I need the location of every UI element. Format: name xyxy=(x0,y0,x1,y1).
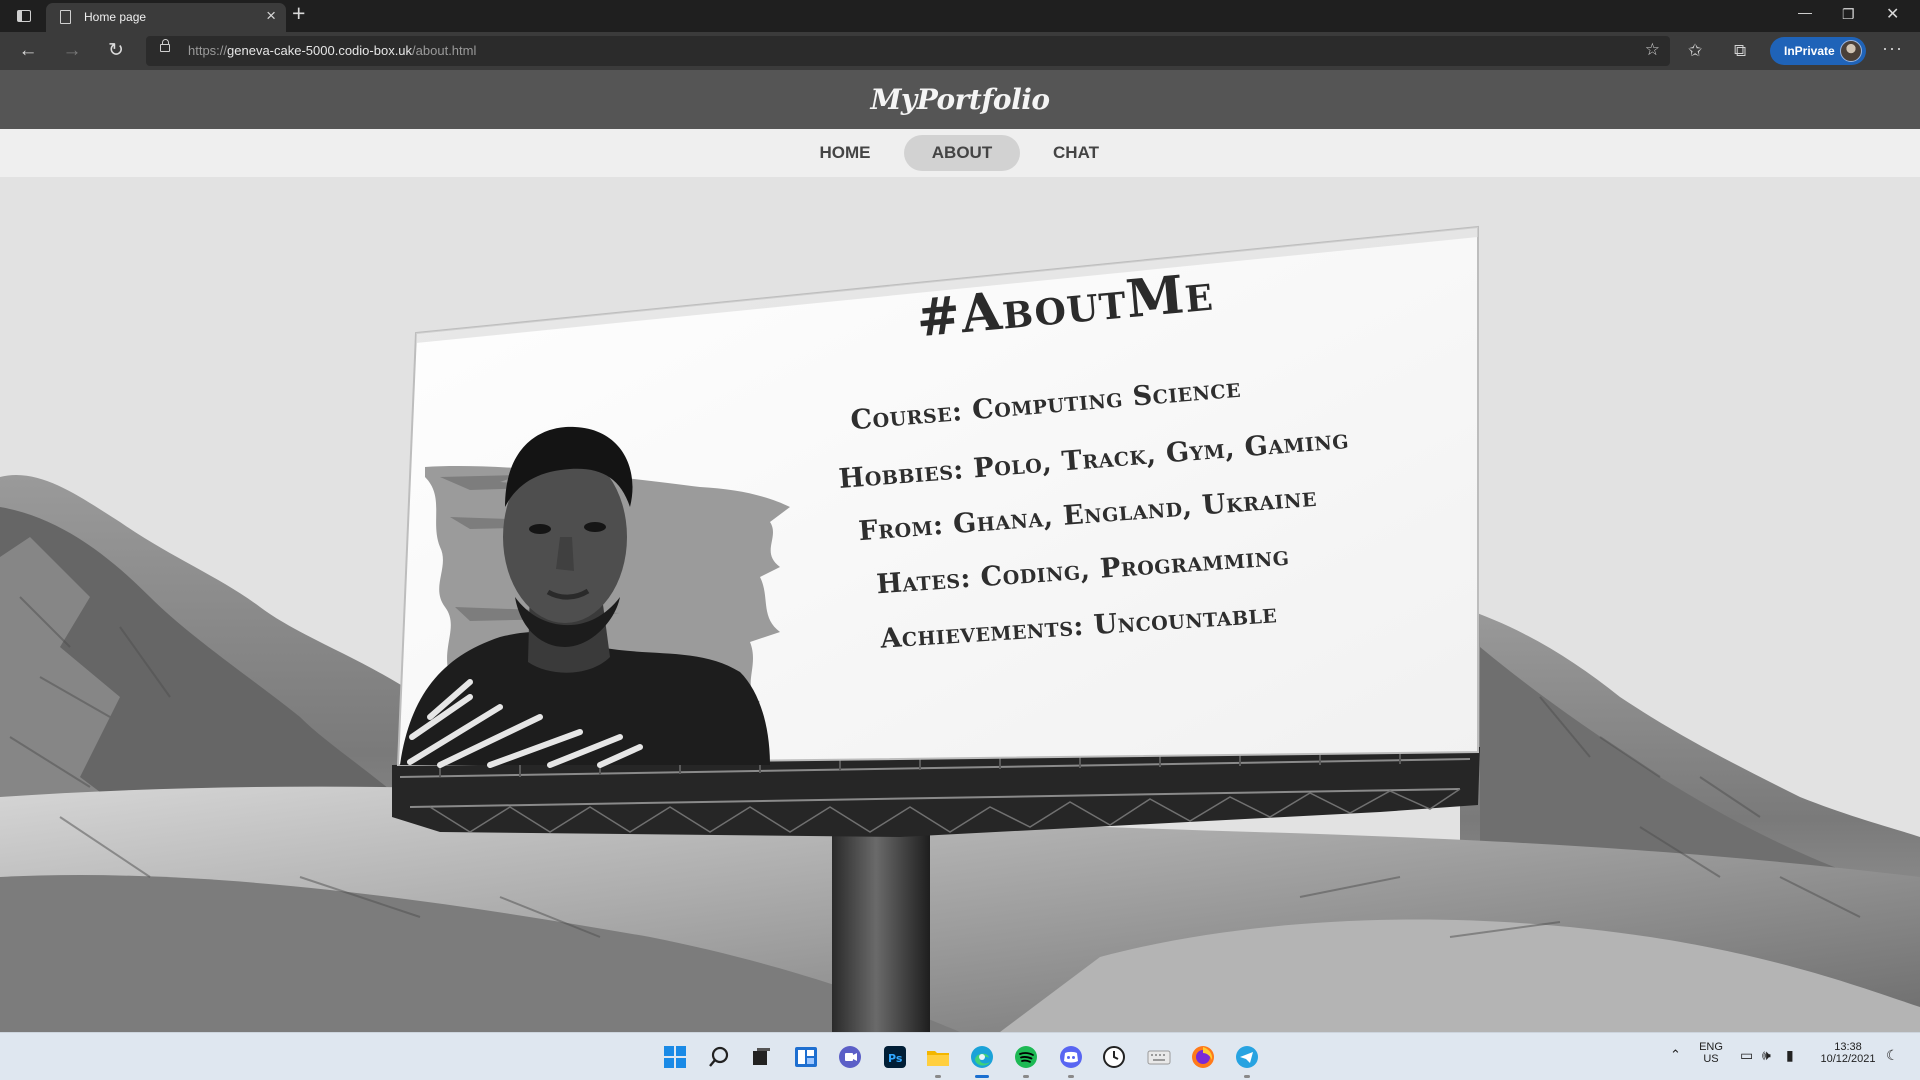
telegram-icon xyxy=(1236,1046,1258,1068)
show-hidden-icons[interactable]: ⌃ xyxy=(1670,1047,1681,1063)
clock-time: 13:38 xyxy=(1834,1041,1862,1053)
favorites-icon[interactable]: ✩ xyxy=(1688,41,1702,61)
running-indicator xyxy=(935,1075,941,1078)
windows-logo-icon xyxy=(664,1046,686,1068)
battery-icon[interactable]: ▮ xyxy=(1786,1047,1794,1064)
photoshop-button[interactable]: Ps xyxy=(881,1043,909,1071)
lang-primary: ENG xyxy=(1699,1041,1723,1053)
firefox-button[interactable] xyxy=(1189,1043,1217,1071)
minimize-button[interactable]: — xyxy=(1798,4,1812,20)
site-logo[interactable]: MyPortfolio xyxy=(870,83,1050,116)
url-scheme: https:// xyxy=(188,43,228,58)
url-text[interactable]: https://geneva-cake-5000.codio-box.uk/ab… xyxy=(188,43,476,58)
keyboard-icon xyxy=(1147,1050,1171,1065)
close-window-button[interactable]: ✕ xyxy=(1886,4,1899,24)
address-bar[interactable]: https://geneva-cake-5000.codio-box.uk/ab… xyxy=(146,36,1670,66)
restore-button[interactable]: ❐ xyxy=(1842,6,1855,23)
tab-title: Home page xyxy=(84,10,147,24)
about-hero: #AboutMe Course: Computing Science Hobbi… xyxy=(0,177,1920,1032)
running-indicator xyxy=(1068,1075,1074,1078)
edge-icon xyxy=(971,1046,993,1068)
photoshop-icon: Ps xyxy=(884,1046,906,1068)
language-indicator[interactable]: ENG US xyxy=(1696,1041,1726,1065)
network-icon[interactable]: ▭ xyxy=(1740,1047,1753,1064)
tab-close-icon[interactable]: × xyxy=(266,6,276,26)
folder-icon xyxy=(927,1051,949,1066)
focus-assist-icon[interactable]: ☾ xyxy=(1886,1047,1899,1064)
browser-tab-bar: Home page × + — ❐ ✕ xyxy=(0,0,1920,32)
windows-taskbar: Ps ⌃ ENG US ▭ 🕪 ▮ 13:38 10/12/2021 ☾ xyxy=(0,1032,1920,1080)
firefox-icon xyxy=(1192,1046,1214,1068)
nav-chat[interactable]: CHAT xyxy=(1036,135,1116,171)
discord-button[interactable] xyxy=(1057,1043,1085,1071)
address-toolbar: ← → ↻ https://geneva-cake-5000.codio-box… xyxy=(0,32,1920,70)
tab-actions-button[interactable] xyxy=(10,6,38,26)
task-view-icon xyxy=(753,1048,770,1065)
edge-button[interactable] xyxy=(968,1043,996,1071)
task-view-button[interactable] xyxy=(747,1043,775,1071)
tab-actions-icon xyxy=(17,10,31,22)
svg-text:Ps: Ps xyxy=(888,1052,903,1065)
clock-icon xyxy=(1103,1046,1125,1068)
clock-date-text: 10/12/2021 xyxy=(1820,1053,1876,1065)
teams-chat-icon xyxy=(839,1046,861,1068)
add-favorite-icon[interactable]: ☆ xyxy=(1645,40,1660,60)
search-button[interactable] xyxy=(705,1043,733,1071)
more-menu-icon[interactable]: ··· xyxy=(1882,38,1903,59)
running-indicator xyxy=(1244,1075,1250,1078)
clock-date[interactable]: 13:38 10/12/2021 xyxy=(1818,1041,1878,1065)
nav-about[interactable]: ABOUT xyxy=(904,135,1020,171)
teams-chat-button[interactable] xyxy=(836,1043,864,1071)
widgets-icon xyxy=(795,1047,817,1067)
forward-button[interactable]: → xyxy=(58,38,86,64)
file-explorer-button[interactable] xyxy=(924,1043,952,1071)
spotify-icon xyxy=(1015,1046,1037,1068)
widgets-button[interactable] xyxy=(792,1043,820,1071)
clock-app-button[interactable] xyxy=(1100,1043,1128,1071)
discord-icon xyxy=(1060,1046,1082,1068)
nav-home[interactable]: HOME xyxy=(805,135,885,171)
lang-secondary: US xyxy=(1703,1053,1719,1065)
inprivate-label: InPrivate xyxy=(1784,44,1835,58)
url-host: geneva-cake-5000.codio-box.uk xyxy=(227,43,413,58)
new-tab-button[interactable]: + xyxy=(292,0,305,27)
active-indicator xyxy=(975,1075,989,1078)
back-button[interactable]: ← xyxy=(14,38,42,64)
browser-tab-active[interactable]: Home page × xyxy=(46,3,286,32)
spotify-button[interactable] xyxy=(1012,1043,1040,1071)
billboard-scene xyxy=(0,225,1920,1032)
start-button[interactable] xyxy=(661,1043,689,1071)
lock-icon[interactable] xyxy=(160,39,170,52)
telegram-button[interactable] xyxy=(1233,1043,1261,1071)
volume-icon[interactable]: 🕪 xyxy=(1762,1047,1771,1064)
site-nav: HOME ABOUT CHAT xyxy=(0,129,1920,177)
search-icon xyxy=(709,1046,729,1067)
refresh-button[interactable]: ↻ xyxy=(102,38,130,64)
page-icon xyxy=(60,10,71,24)
keyboard-button[interactable] xyxy=(1145,1043,1173,1071)
inprivate-badge[interactable]: InPrivate xyxy=(1770,37,1866,65)
profile-avatar xyxy=(1840,40,1862,62)
url-path: /about.html xyxy=(412,43,477,58)
running-indicator xyxy=(1023,1075,1029,1078)
collections-icon[interactable]: ⧉ xyxy=(1734,41,1746,61)
site-header: MyPortfolio xyxy=(0,70,1920,129)
